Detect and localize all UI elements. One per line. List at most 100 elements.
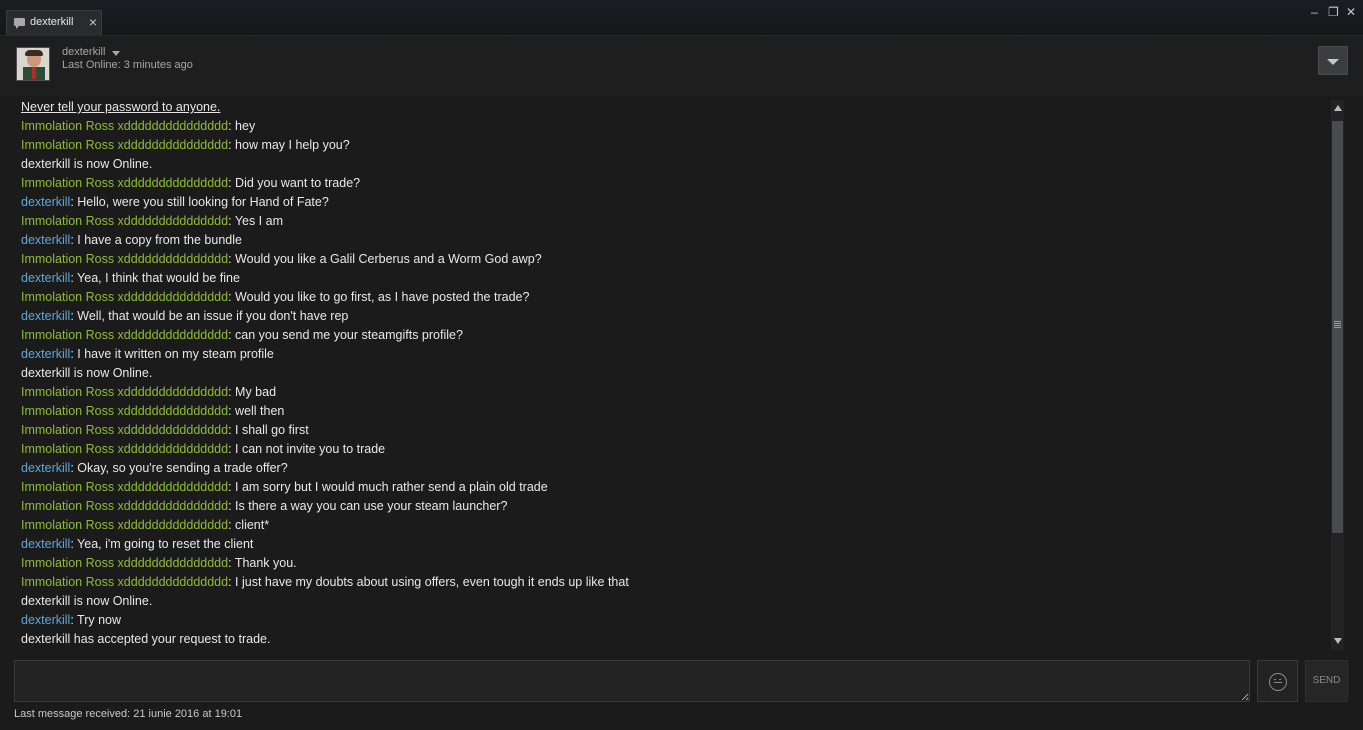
message-text: : Is there a way you can use your steam … — [228, 499, 508, 513]
chat-tab[interactable]: dexterkill × — [6, 10, 102, 35]
chat-options-button[interactable] — [1318, 46, 1348, 75]
chat-line: Immolation Ross xddddddddddddddd: well t… — [21, 404, 284, 418]
message-text: : Would you like a Galil Cerberus and a … — [228, 252, 542, 266]
chat-log: Never tell your password to anyone. Immol… — [14, 97, 1331, 654]
chat-line: dexterkill: Okay, so you're sending a tr… — [21, 461, 288, 475]
sender-name[interactable]: Immolation Ross xddddddddddddddd — [21, 404, 228, 418]
chat-line: dexterkill is now Online. — [21, 157, 152, 171]
chevron-down-icon[interactable] — [112, 51, 120, 56]
sender-name[interactable]: Immolation Ross xddddddddddddddd — [21, 518, 228, 532]
message-text: : I am sorry but I would much rather sen… — [228, 480, 548, 494]
send-button[interactable]: SEND — [1305, 660, 1348, 702]
system-message: dexterkill has accepted your request to … — [21, 632, 271, 646]
message-text: : Okay, so you're sending a trade offer? — [70, 461, 288, 475]
sender-name[interactable]: dexterkill — [21, 233, 70, 247]
scrollbar-thumb[interactable] — [1332, 121, 1343, 533]
chat-line: dexterkill: Yea, i'm going to reset the … — [21, 537, 253, 551]
close-window-icon[interactable]: ✕ — [1346, 5, 1356, 19]
emoticon-button[interactable] — [1257, 660, 1298, 702]
sender-name[interactable]: Immolation Ross xddddddddddddddd — [21, 138, 228, 152]
sender-name[interactable]: Immolation Ross xddddddddddddddd — [21, 385, 228, 399]
grip-icon — [1334, 321, 1341, 329]
chat-line: dexterkill is now Online. — [21, 594, 152, 608]
chat-line: Immolation Ross xddddddddddddddd: I shal… — [21, 423, 309, 437]
message-text: : I have a copy from the bundle — [70, 233, 242, 247]
chat-line: dexterkill: Hello, were you still lookin… — [21, 195, 329, 209]
message-text: : client* — [228, 518, 270, 532]
sender-name[interactable]: Immolation Ross xddddddddddddddd — [21, 176, 228, 190]
smiley-icon — [1269, 673, 1287, 691]
persona-name[interactable]: dexterkill — [62, 46, 105, 58]
chat-line: Immolation Ross xddddddddddddddd: Yes I … — [21, 214, 283, 228]
message-input[interactable] — [14, 660, 1250, 702]
last-message-received: Last message received: 21 iunie 2016 at … — [14, 708, 243, 720]
chat-line: dexterkill is now Online. — [21, 366, 152, 380]
system-message: dexterkill is now Online. — [21, 366, 153, 380]
chat-line: Immolation Ross xddddddddddddddd: Thank … — [21, 556, 297, 570]
chat-line: Never tell your password to anyone. — [21, 100, 220, 114]
security-warning[interactable]: Never tell your password to anyone. — [21, 100, 220, 114]
sender-name[interactable]: Immolation Ross xddddddddddddddd — [21, 290, 228, 304]
message-text: : I shall go first — [228, 423, 309, 437]
chat-line: Immolation Ross xddddddddddddddd: hey — [21, 119, 255, 133]
sender-name[interactable]: Immolation Ross xddddddddddddddd — [21, 499, 228, 513]
scrollbar[interactable] — [1331, 100, 1344, 650]
scroll-up-icon[interactable] — [1334, 105, 1342, 111]
message-text: : Hello, were you still looking for Hand… — [70, 195, 329, 209]
sender-name[interactable]: dexterkill — [21, 195, 70, 209]
sender-name[interactable]: Immolation Ross xddddddddddddddd — [21, 252, 228, 266]
system-message: dexterkill is now Online. — [21, 157, 153, 171]
sender-name[interactable]: Immolation Ross xddddddddddddddd — [21, 575, 228, 589]
chat-line: Immolation Ross xddddddddddddddd: client… — [21, 518, 269, 532]
chat-line: dexterkill: I have it written on my stea… — [21, 347, 274, 361]
sender-name[interactable]: dexterkill — [21, 309, 70, 323]
scroll-down-icon[interactable] — [1334, 638, 1342, 644]
sender-name[interactable]: Immolation Ross xddddddddddddddd — [21, 442, 228, 456]
message-text: : how may I help you? — [228, 138, 350, 152]
system-message: dexterkill is now Online. — [21, 594, 153, 608]
message-text: : I just have my doubts about using offe… — [228, 575, 629, 589]
chat-line: dexterkill: I have a copy from the bundl… — [21, 233, 242, 247]
message-text: : Yea, I think that would be fine — [70, 271, 240, 285]
message-text: : Yes I am — [228, 214, 283, 228]
message-text: : Would you like to go first, as I have … — [228, 290, 530, 304]
chat-line: dexterkill: Yea, I think that would be f… — [21, 271, 240, 285]
sender-name[interactable]: dexterkill — [21, 613, 70, 627]
sender-name[interactable]: Immolation Ross xddddddddddddddd — [21, 556, 228, 570]
sender-name[interactable]: dexterkill — [21, 461, 70, 475]
tab-close-icon[interactable]: × — [89, 14, 97, 30]
message-text: : Thank you. — [228, 556, 297, 570]
message-text: : My bad — [228, 385, 277, 399]
message-text: : Well, that would be an issue if you do… — [70, 309, 349, 323]
title-bar: dexterkill × – ❐ ✕ — [0, 0, 1363, 36]
message-text: : can you send me your steamgifts profil… — [228, 328, 463, 342]
avatar[interactable] — [16, 47, 50, 81]
sender-name[interactable]: Immolation Ross xddddddddddddddd — [21, 423, 228, 437]
message-text: : Yea, i'm going to reset the client — [70, 537, 254, 551]
chat-line: dexterkill: Try now — [21, 613, 121, 627]
sender-name[interactable]: Immolation Ross xddddddddddddddd — [21, 328, 228, 342]
sender-name[interactable]: dexterkill — [21, 347, 70, 361]
message-text: : Did you want to trade? — [228, 176, 361, 190]
message-text: : I have it written on my steam profile — [70, 347, 274, 361]
sender-name[interactable]: Immolation Ross xddddddddddddddd — [21, 214, 228, 228]
sender-name[interactable]: dexterkill — [21, 537, 70, 551]
sender-name[interactable]: dexterkill — [21, 271, 70, 285]
chat-line: Immolation Ross xddddddddddddddd: Did yo… — [21, 176, 360, 190]
chat-line: Immolation Ross xddddddddddddddd: Would … — [21, 290, 529, 304]
restore-icon[interactable]: ❐ — [1328, 5, 1339, 19]
message-text: : well then — [228, 404, 285, 418]
sender-name[interactable]: Immolation Ross xddddddddddddddd — [21, 119, 228, 133]
chat-header: dexterkill Last Online: 3 minutes ago — [0, 36, 1363, 96]
sender-name[interactable]: Immolation Ross xddddddddddddddd — [21, 480, 228, 494]
last-online-status: Last Online: 3 minutes ago — [62, 59, 193, 71]
chat-line: Immolation Ross xddddddddddddddd: I just… — [21, 575, 629, 589]
chat-bubble-icon — [14, 18, 25, 29]
minimize-icon[interactable]: – — [1311, 5, 1318, 19]
chat-line: Immolation Ross xddddddddddddddd: I am s… — [21, 480, 548, 494]
tab-label: dexterkill — [30, 16, 74, 28]
chat-line: Immolation Ross xddddddddddddddd: Is the… — [21, 499, 507, 513]
message-text: : Try now — [70, 613, 122, 627]
chat-line: dexterkill has accepted your request to … — [21, 632, 270, 646]
chat-line: Immolation Ross xddddddddddddddd: how ma… — [21, 138, 350, 152]
